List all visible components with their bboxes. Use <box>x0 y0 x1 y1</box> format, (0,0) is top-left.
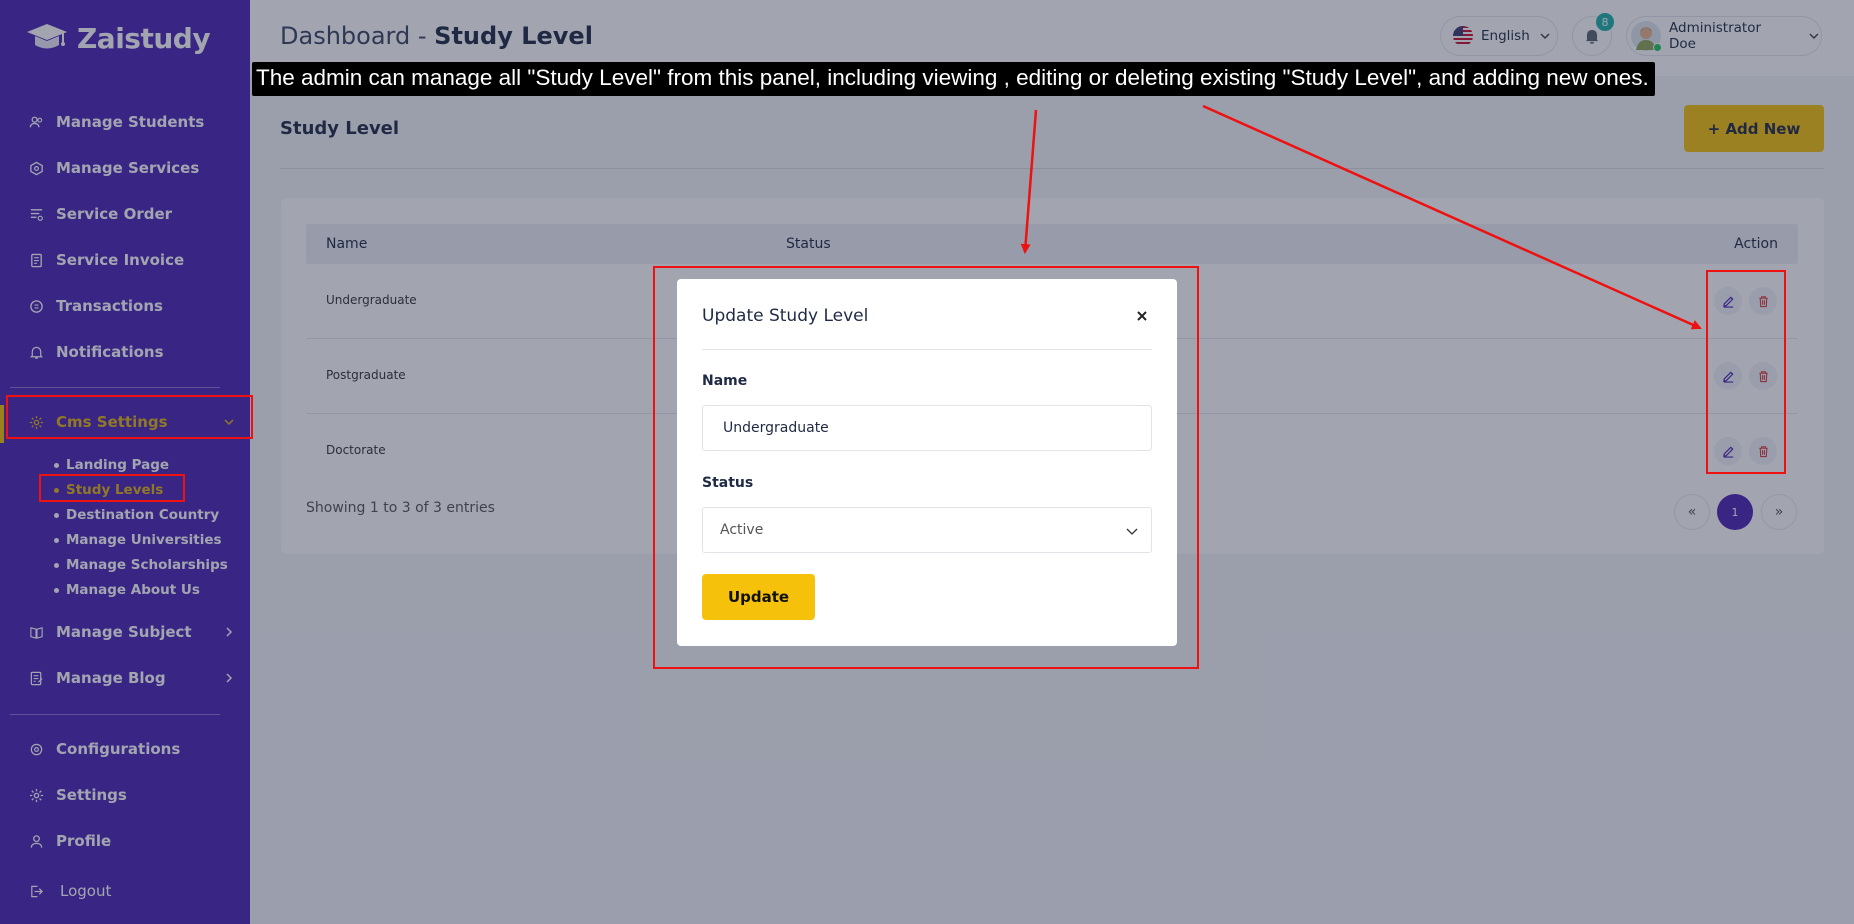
name-label: Name <box>702 373 748 389</box>
modal-title: Update Study Level <box>702 306 869 326</box>
annotation-callout: The admin can manage all "Study Level" f… <box>252 62 1655 96</box>
status-label: Status <box>702 475 754 491</box>
update-study-level-modal: Update Study Level Name Undergraduate St… <box>677 279 1177 646</box>
close-button[interactable] <box>1131 305 1153 327</box>
close-icon <box>1137 311 1147 321</box>
update-button[interactable]: Update <box>702 574 815 620</box>
chevron-down-icon <box>1126 528 1138 535</box>
modal-divider <box>702 349 1152 350</box>
name-input[interactable]: Undergraduate <box>702 405 1152 451</box>
status-selected-value: Active <box>720 522 764 538</box>
status-select[interactable]: Active <box>702 507 1152 553</box>
